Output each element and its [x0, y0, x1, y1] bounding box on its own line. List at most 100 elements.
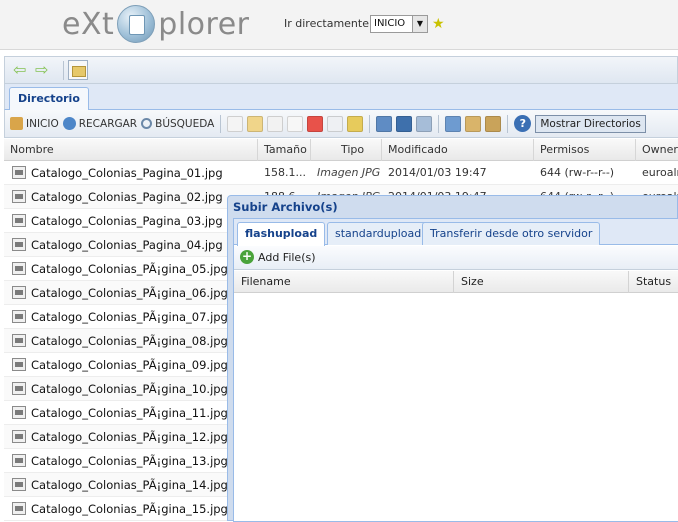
reload-icon: [62, 117, 76, 130]
image-file-icon: [12, 358, 26, 371]
toolbar-divider: [369, 114, 371, 133]
extplorer-logo: eXt plorer: [62, 5, 250, 43]
file-grid-header: Nombre Tamaño Tipo Modificado Permisos O…: [4, 139, 678, 161]
add-files-button[interactable]: + Add File(s): [240, 250, 316, 264]
column-header-filename[interactable]: Filename: [234, 271, 454, 293]
upload-grid-header: Filename Size Status: [234, 271, 678, 293]
image-file-icon: [12, 454, 26, 467]
column-header-upload-size[interactable]: Size: [454, 271, 629, 293]
file-name-cell: Catalogo_Colonias_Pagina_02.jpg: [31, 190, 223, 204]
archive-icon[interactable]: [465, 115, 482, 132]
file-modified-cell: 2014/01/03 19:47: [388, 166, 487, 179]
image-file-icon: [12, 262, 26, 275]
image-file-icon: [12, 334, 26, 347]
help-icon[interactable]: ?: [514, 115, 532, 132]
logo-text-right: plorer: [158, 6, 250, 42]
home-button[interactable]: INICIO: [10, 117, 59, 130]
search-icon: [141, 118, 153, 129]
image-file-icon: [12, 238, 26, 251]
upload-icon[interactable]: [445, 115, 462, 132]
show-directories-button[interactable]: Mostrar Directorios: [535, 114, 646, 133]
search-button-label: BÚSQUEDA: [155, 117, 215, 130]
column-header-name[interactable]: Nombre: [4, 139, 258, 161]
image-file-icon: [12, 478, 26, 491]
tab-directorio[interactable]: Directorio: [9, 87, 89, 110]
view-icon[interactable]: [376, 115, 393, 132]
tab-transfer-from-server[interactable]: Transferir desde otro servidor: [422, 222, 601, 245]
add-icon: +: [240, 249, 254, 264]
upload-dialog-title[interactable]: Subir Archivo(s): [233, 200, 338, 214]
image-file-icon: [12, 382, 26, 395]
file-name-cell: Catalogo_Colonias_PÃ¡gina_07.jpg: [31, 310, 228, 324]
file-name-cell: Catalogo_Colonias_PÃ¡gina_13.jpg: [31, 454, 228, 468]
goto-select-value: INICIO: [374, 18, 406, 29]
folder-icon[interactable]: [68, 60, 88, 80]
file-name-cell: Catalogo_Colonias_Pagina_04.jpg: [31, 238, 223, 252]
details-icon[interactable]: [396, 115, 413, 132]
home-icon: [10, 117, 23, 130]
upload-dialog: Subir Archivo(s) flashupload standardupl…: [227, 195, 678, 522]
chmod-icon[interactable]: [347, 115, 364, 132]
extract-icon[interactable]: [485, 115, 502, 132]
column-header-type[interactable]: Tipo: [311, 139, 382, 161]
reload-button-label: RECARGAR: [78, 117, 138, 130]
left-arrow-icon[interactable]: ⇦: [13, 60, 26, 79]
table-row[interactable]: Catalogo_Colonias_Pagina_01.jpg 158.1... I…: [4, 161, 678, 185]
download-icon[interactable]: [416, 115, 433, 132]
file-name-cell: Catalogo_Colonias_PÃ¡gina_15.jpg: [31, 502, 228, 516]
add-files-label: Add File(s): [258, 250, 316, 264]
file-name-cell: Catalogo_Colonias_Pagina_03.jpg: [31, 214, 223, 228]
edit-icon[interactable]: [247, 115, 264, 132]
tab-standardupload[interactable]: standardupload: [327, 222, 430, 245]
new-file-icon[interactable]: [227, 115, 244, 132]
image-file-icon: [12, 502, 26, 515]
image-file-icon: [12, 286, 26, 299]
toolbar-divider: [438, 114, 440, 133]
column-header-owner[interactable]: Owner: [636, 139, 678, 161]
file-name-cell: Catalogo_Colonias_PÃ¡gina_08.jpg: [31, 334, 228, 348]
right-arrow-icon[interactable]: ⇨: [35, 60, 48, 79]
column-header-modified[interactable]: Modificado: [382, 139, 534, 161]
column-header-size[interactable]: Tamaño: [258, 139, 311, 161]
upload-toolbar: + Add File(s): [234, 246, 678, 270]
toolbar-divider: [220, 114, 222, 133]
rename-icon[interactable]: [327, 115, 344, 132]
goto-label: Ir directamente a:: [284, 17, 383, 30]
tab-flashupload[interactable]: flashupload: [237, 222, 326, 246]
upload-tabs: flashupload standardupload Transferir de…: [234, 219, 678, 246]
image-file-icon: [12, 310, 26, 323]
file-toolbar: INICIO RECARGAR BÚSQUEDA ? Mostrar Direc…: [4, 110, 678, 138]
main-tabs: Directorio: [4, 84, 678, 110]
copy-icon[interactable]: [267, 115, 284, 132]
delete-icon[interactable]: [307, 115, 324, 132]
toolbar-divider: [507, 114, 509, 133]
file-name-cell: Catalogo_Colonias_PÃ¡gina_09.jpg: [31, 358, 228, 372]
app-header: eXt plorer Ir directamente a: INICIO ▼ ★: [0, 0, 678, 50]
file-name-cell: Catalogo_Colonias_PÃ¡gina_12.jpg: [31, 430, 228, 444]
file-name-cell: Catalogo_Colonias_PÃ¡gina_14.jpg: [31, 478, 228, 492]
image-file-icon: [12, 190, 26, 203]
column-header-permissions[interactable]: Permisos: [534, 139, 636, 161]
goto-select[interactable]: INICIO ▼: [370, 15, 428, 33]
chevron-down-icon[interactable]: ▼: [412, 16, 427, 32]
paste-icon[interactable]: [287, 115, 304, 132]
file-owner-cell: euroalm: [642, 166, 678, 179]
file-name-cell: Catalogo_Colonias_PÃ¡gina_10.jpg: [31, 382, 228, 396]
reload-button[interactable]: RECARGAR: [62, 117, 138, 130]
file-size-cell: 158.1...: [264, 166, 306, 179]
image-file-icon: [12, 430, 26, 443]
star-icon[interactable]: ★: [432, 16, 445, 32]
upload-dialog-body: flashupload standardupload Transferir de…: [233, 218, 678, 522]
nav-divider: [63, 61, 64, 80]
file-name-cell: Catalogo_Colonias_PÃ¡gina_06.jpg: [31, 286, 228, 300]
logo-text-left: eXt: [62, 6, 115, 42]
file-type-cell: Imagen JPG: [317, 166, 381, 179]
column-header-status[interactable]: Status: [629, 271, 678, 293]
search-button[interactable]: BÚSQUEDA: [141, 118, 214, 130]
home-button-label: INICIO: [26, 117, 59, 130]
image-file-icon: [12, 214, 26, 227]
navigation-bar: ⇦ ⇨: [4, 56, 678, 84]
file-name-cell: Catalogo_Colonias_PÃ¡gina_05.jpg: [31, 262, 228, 276]
logo-orb-icon: [117, 5, 156, 43]
file-name-cell: Catalogo_Colonias_PÃ¡gina_11.jpg: [31, 406, 228, 420]
